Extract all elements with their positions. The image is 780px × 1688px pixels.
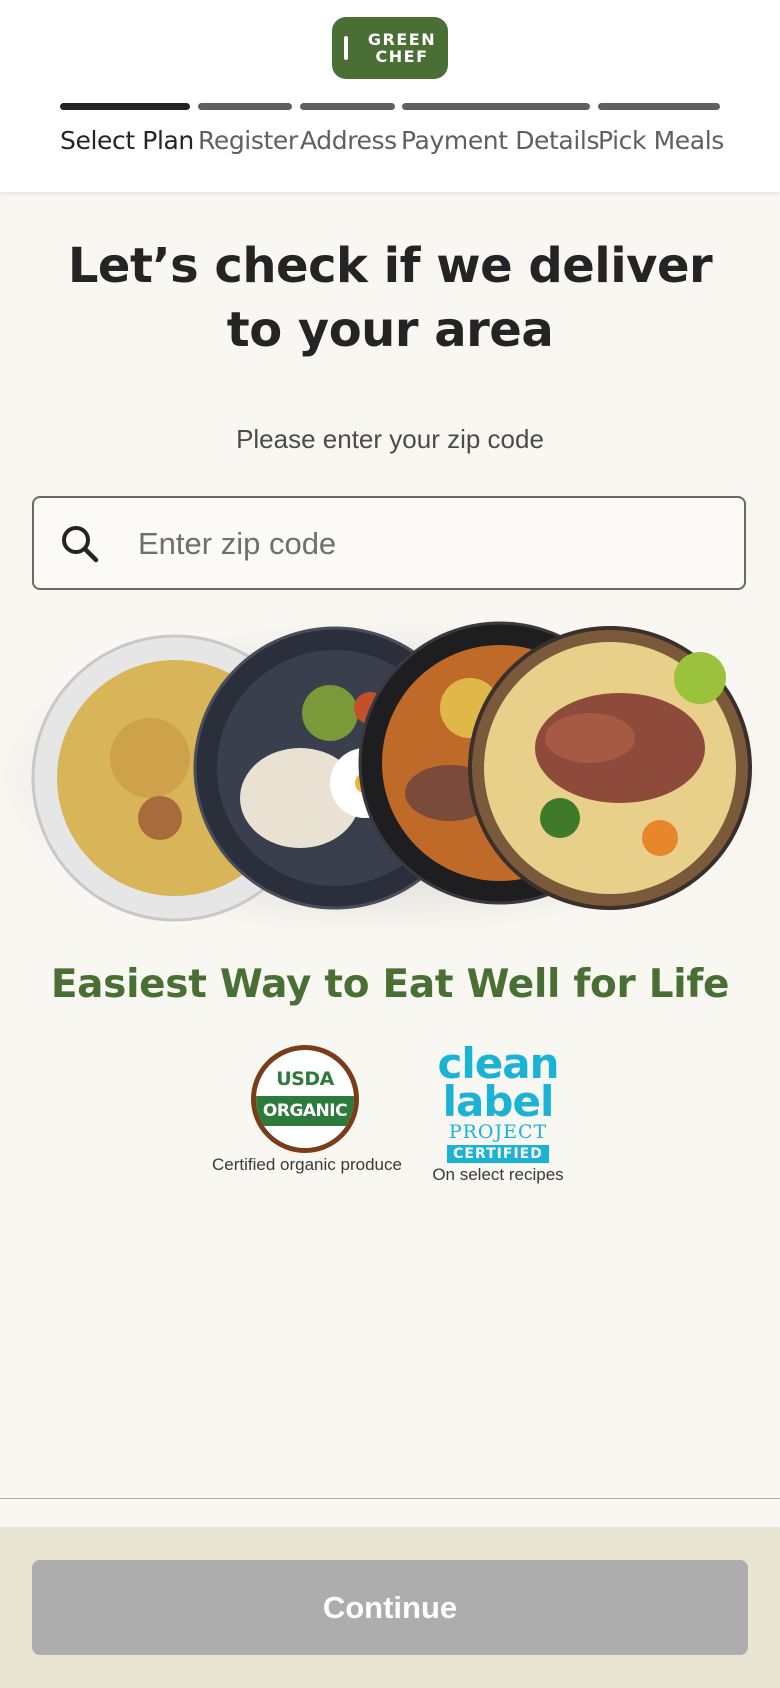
progress-bar-address: [300, 103, 395, 110]
search-icon: [62, 526, 99, 563]
usda-seal-top-text: USDA: [276, 1068, 334, 1090]
continue-button[interactable]: Continue: [32, 1560, 748, 1655]
step-pick-meals: Pick Meals: [598, 126, 724, 155]
footer-divider: [0, 1498, 780, 1499]
clean-label-logo-icon: clean label: [424, 1043, 572, 1126]
clean-label-certified: CERTIFIED: [447, 1145, 549, 1163]
progress-bar-payment: [402, 103, 590, 110]
clean-label-caption: On select recipes: [432, 1165, 564, 1184]
step-payment-details: Payment Details: [401, 126, 600, 155]
progress-bar-register: [198, 103, 292, 110]
step-select-plan: Select Plan: [60, 126, 194, 155]
zip-input[interactable]: [136, 512, 720, 576]
header: GREEN CHEF Select Plan Register Address …: [0, 0, 780, 192]
usda-caption: Certified organic produce: [212, 1155, 402, 1174]
meal-plates-image: [0, 618, 770, 928]
clean-label-badge: clean label PROJECT CERTIFIED On select …: [424, 1043, 572, 1185]
page-title: Let’s check if we deliver to your area: [67, 238, 713, 358]
usda-organic-badge: USDA ORGANIC Certified organic produce: [212, 1045, 402, 1175]
zip-prompt: Please enter your zip code: [236, 424, 544, 454]
step-register: Register: [198, 126, 298, 155]
logo-bar-icon: [344, 36, 348, 60]
progress-bar-pick-meals: [598, 103, 720, 110]
zip-search-field[interactable]: [32, 496, 746, 590]
usda-seal-band-text: ORGANIC: [262, 1101, 348, 1121]
clean-label-line-2: label: [442, 1077, 555, 1126]
tagline: Easiest Way to Eat Well for Life: [50, 962, 730, 1007]
green-chef-logo[interactable]: GREEN CHEF: [332, 17, 448, 79]
step-address: Address: [300, 126, 397, 155]
logo-line-1: GREEN: [367, 30, 437, 49]
progress-bar-select-plan: [60, 103, 190, 110]
logo-line-2: CHEF: [375, 47, 429, 66]
usda-organic-seal-icon: USDA ORGANIC: [251, 1045, 359, 1153]
